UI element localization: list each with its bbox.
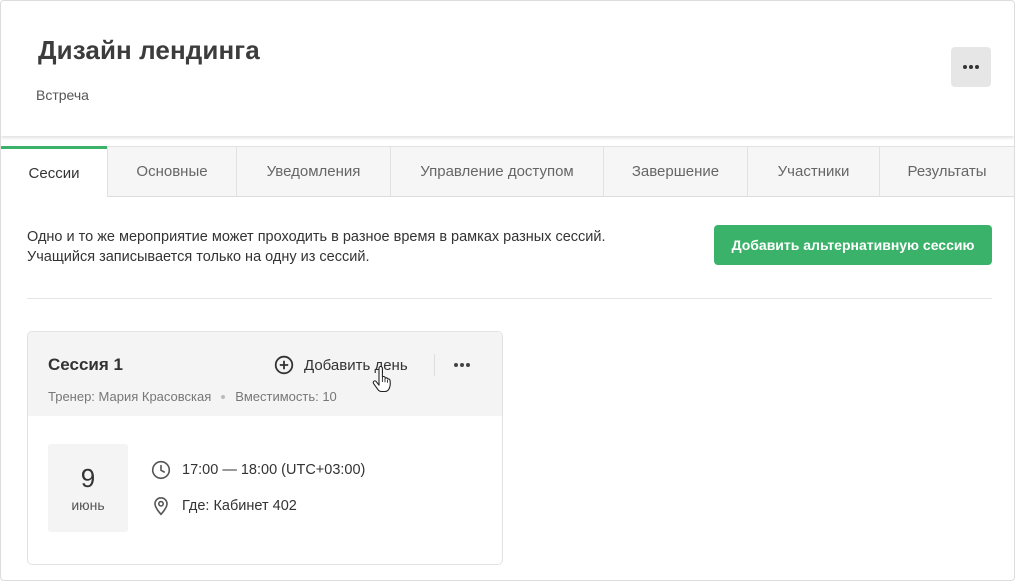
tab-bar: Сессии Основные Уведомления Управление д… xyxy=(1,146,1014,197)
tab-notifications[interactable]: Уведомления xyxy=(236,146,390,196)
info-line-1: Одно и то же мероприятие может проходить… xyxy=(27,229,606,245)
session-time-row: 17:00 — 18:00 (UTC+03:00) xyxy=(151,460,365,480)
session-time: 17:00 — 18:00 (UTC+03:00) xyxy=(182,462,366,478)
page-title: Дизайн лендинга xyxy=(38,35,260,65)
session-capacity: Вместимость: 10 xyxy=(235,389,337,404)
tab-completion[interactable]: Завершение xyxy=(603,146,747,196)
session-date-badge: 9 июнь xyxy=(48,444,128,532)
meta-separator-dot xyxy=(221,394,226,399)
plus-circle-icon xyxy=(274,355,294,375)
clock-icon xyxy=(151,460,171,480)
date-month: июнь xyxy=(71,497,105,513)
header-more-button[interactable] xyxy=(951,47,991,87)
session-more-button[interactable] xyxy=(448,354,476,376)
more-horizontal-icon xyxy=(963,65,979,69)
tab-general[interactable]: Основные xyxy=(107,146,236,196)
event-page: Дизайн лендинга Встреча Сессии Основные … xyxy=(0,0,1015,581)
session-meta: Тренер: Мария Красовская Вместимость: 10 xyxy=(48,389,337,404)
location-pin-icon xyxy=(154,496,168,516)
session-trainer: Тренер: Мария Красовская xyxy=(48,389,212,404)
more-horizontal-icon xyxy=(454,363,470,367)
tab-results[interactable]: Результаты xyxy=(879,146,1014,196)
session-location: Где: Кабинет 402 xyxy=(182,498,297,514)
session-title: Сессия 1 xyxy=(48,355,123,374)
date-day: 9 xyxy=(80,463,96,493)
session-card-header: Сессия 1 Тренер: Мария Красовская Вмести… xyxy=(28,332,502,416)
session-location-row: Где: Кабинет 402 xyxy=(151,496,297,516)
tab-sessions[interactable]: Сессии xyxy=(1,146,107,197)
hand-pointer-cursor-icon xyxy=(372,366,391,393)
tab-participants[interactable]: Участники xyxy=(747,146,879,196)
info-line-2: Учащийся записывается только на одну из … xyxy=(27,249,370,265)
divider xyxy=(27,298,992,299)
sessions-info-text: Одно и то же мероприятие может проходить… xyxy=(27,227,687,267)
add-alternative-session-button[interactable]: Добавить альтернативную сессию xyxy=(714,225,992,265)
event-type-label: Встреча xyxy=(36,87,89,103)
session-card: Сессия 1 Тренер: Мария Красовская Вмести… xyxy=(27,331,503,565)
page-header: Дизайн лендинга Встреча xyxy=(1,1,1014,136)
tab-access-control[interactable]: Управление доступом xyxy=(390,146,603,196)
header-separator xyxy=(434,354,435,376)
